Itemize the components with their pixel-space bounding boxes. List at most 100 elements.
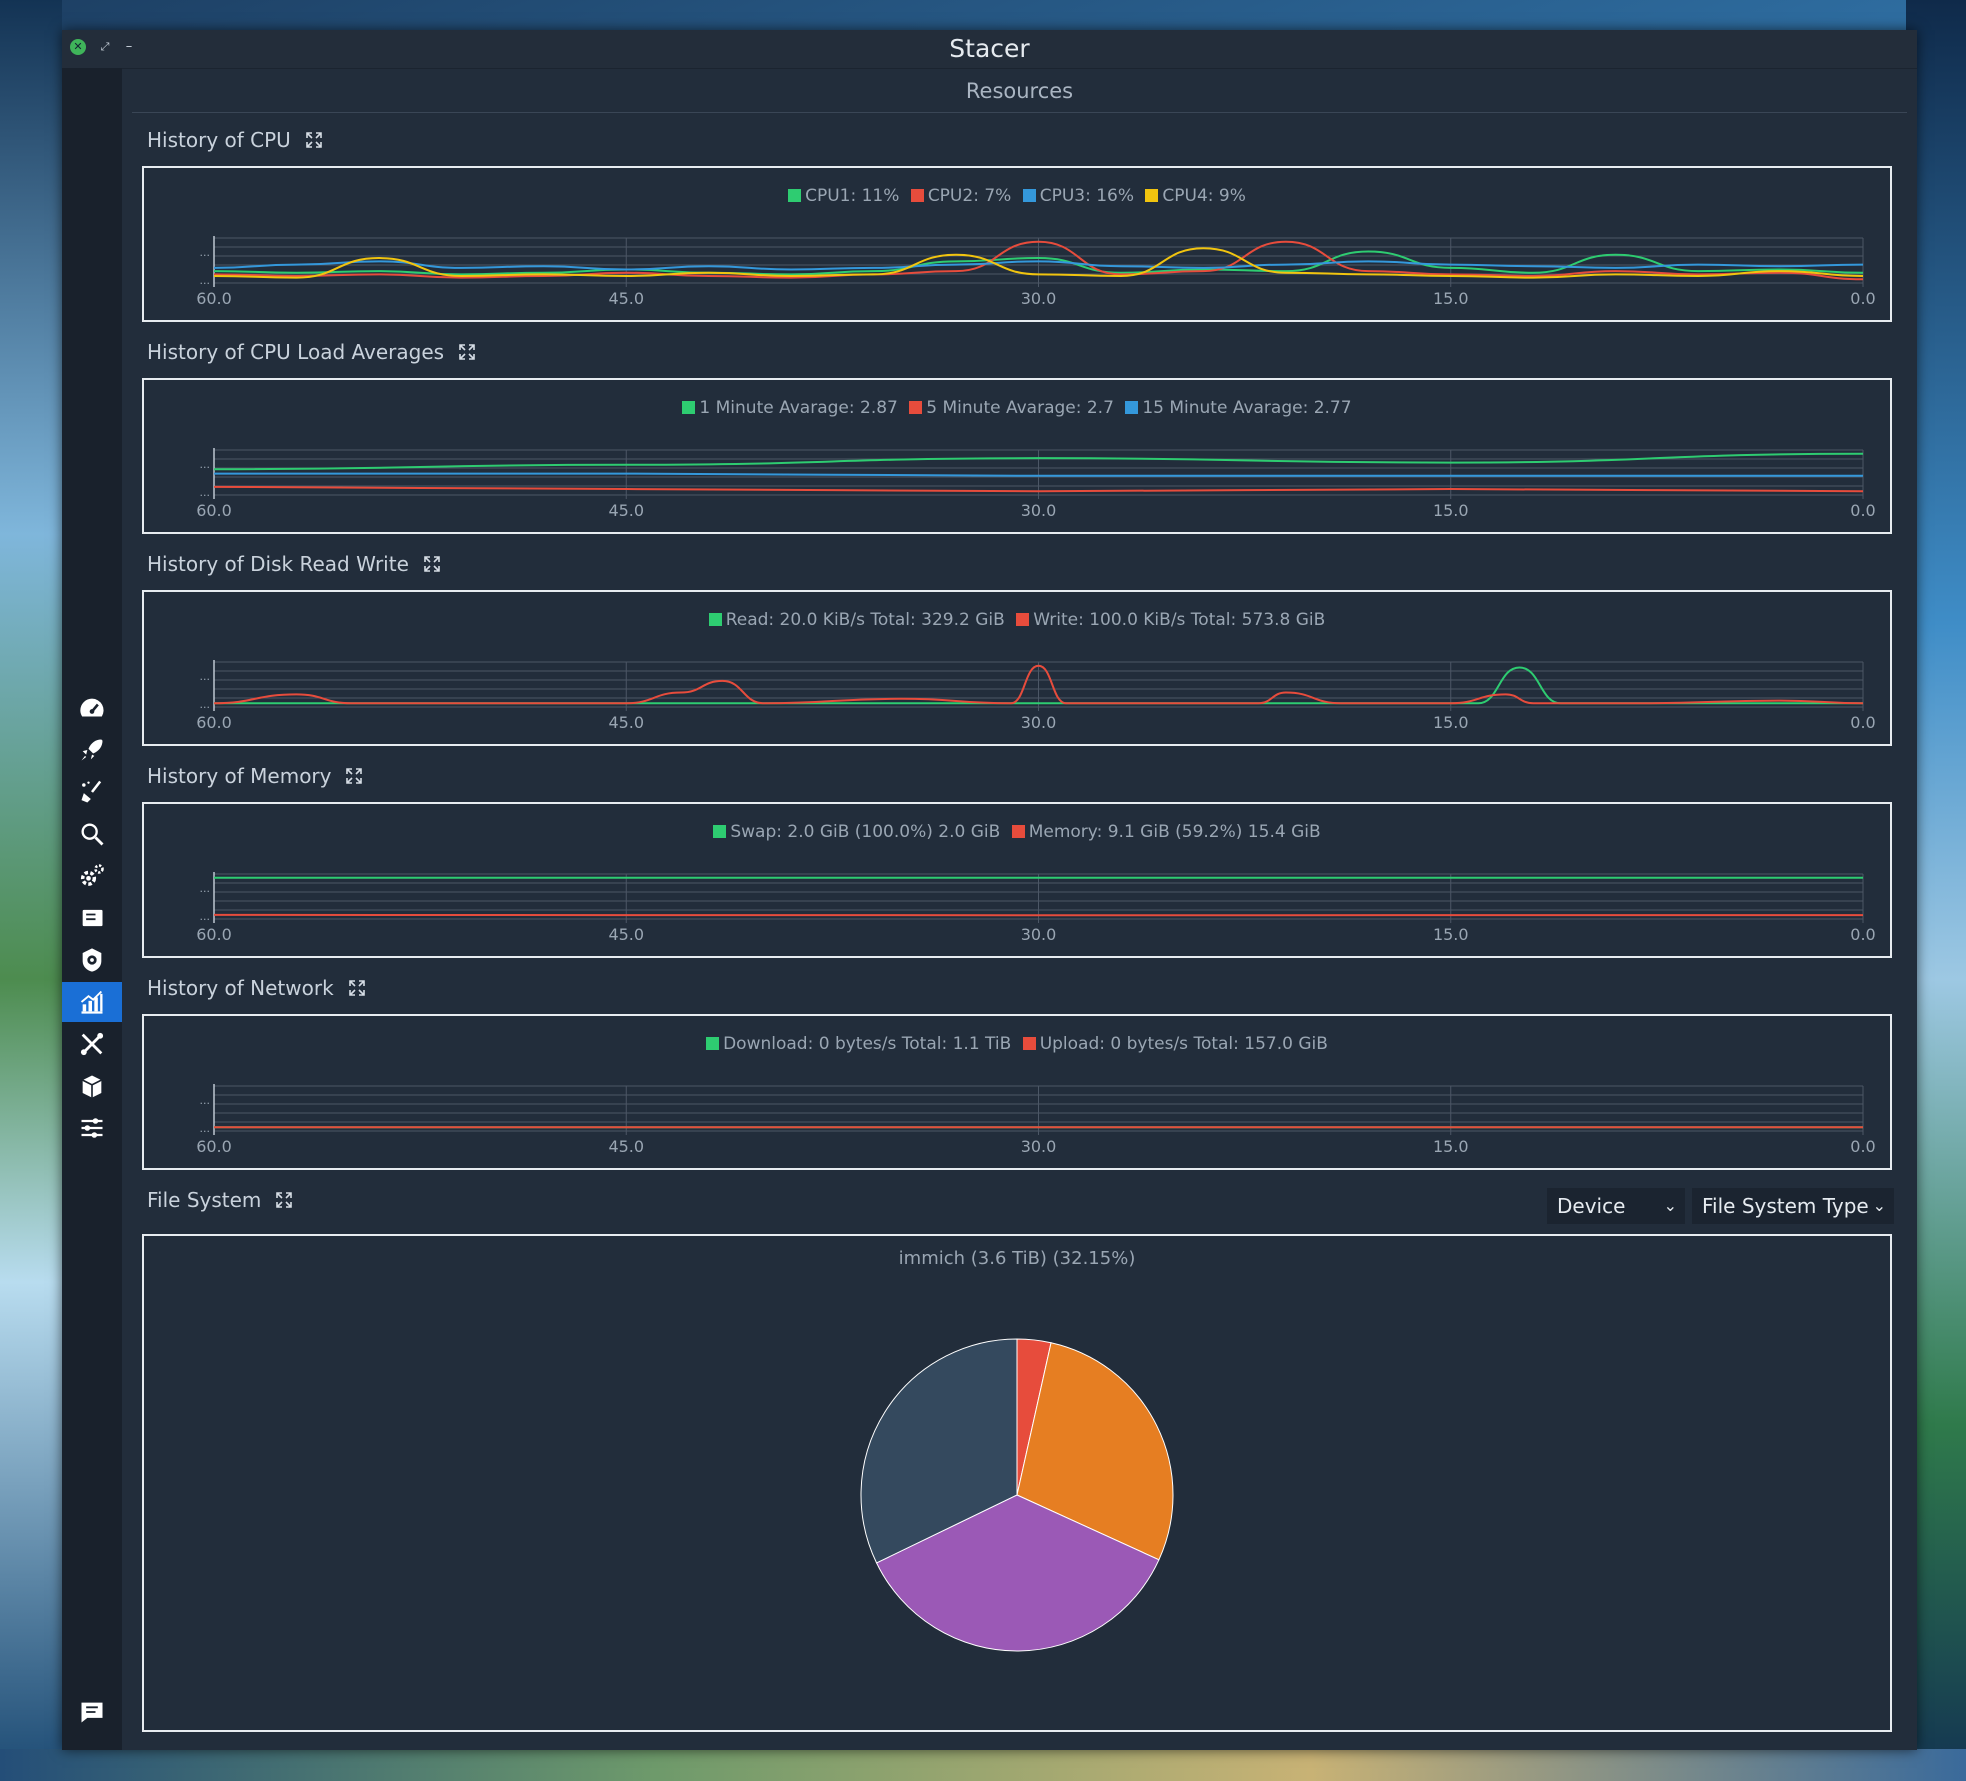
legend-item: 1 Minute Avarage: 2.87 (682, 398, 898, 418)
x-tick-label: 15.0 (1433, 1137, 1469, 1156)
page-title: Resources (132, 70, 1907, 113)
chart-legend: Download: 0 bytes/s Total: 1.1 TiB Uploa… (144, 1034, 1890, 1054)
sidebar-item-dashboard[interactable] (62, 688, 122, 728)
x-tick-label: 45.0 (608, 925, 644, 944)
chart-legend: Read: 20.0 KiB/s Total: 329.2 GiB Write:… (144, 610, 1890, 630)
legend-item: 5 Minute Avarage: 2.7 (909, 398, 1114, 418)
filesystem-pie-chart: immich (3.6 TiB) (32.15%) (142, 1234, 1892, 1732)
legend-label: Memory: 9.1 GiB (59.2%) 15.4 GiB (1028, 822, 1321, 842)
sidebar-item-settings[interactable] (62, 1108, 122, 1148)
sidebar-item-helpers[interactable] (62, 1024, 122, 1064)
y-tick-label: ... (200, 910, 211, 923)
legend-label: 5 Minute Avarage: 2.7 (926, 398, 1114, 418)
x-tick-label: 30.0 (1021, 713, 1057, 732)
legend-label: CPU2: 7% (927, 186, 1012, 206)
legend-label: Upload: 0 bytes/s Total: 157.0 GiB (1039, 1034, 1328, 1054)
sidebar-item-processes[interactable] (62, 898, 122, 938)
filesystem-section-header: File System (147, 1188, 293, 1212)
legend-label: Swap: 2.0 GiB (100.0%) 2.0 GiB (730, 822, 1001, 842)
chevron-down-icon: ⌄ (1872, 1196, 1886, 1215)
legend-item: Write: 100.0 KiB/s Total: 573.8 GiB (1016, 610, 1325, 630)
x-tick-label: 60.0 (196, 1137, 232, 1156)
legend-swatch (713, 825, 727, 838)
sidebar-item-search[interactable] (62, 814, 122, 854)
disk-section-title: History of Disk Read Write (147, 552, 409, 576)
legend-swatch (708, 613, 722, 626)
legend-label: Download: 0 bytes/s Total: 1.1 TiB (723, 1034, 1012, 1054)
legend-swatch (788, 189, 802, 202)
expand-icon[interactable] (345, 767, 363, 785)
x-tick-label: 15.0 (1433, 925, 1469, 944)
legend-item: Download: 0 bytes/s Total: 1.1 TiB (706, 1034, 1011, 1054)
y-tick-label: ... (200, 670, 211, 683)
y-tick-label: ... (200, 1122, 211, 1135)
x-tick-label: 45.0 (608, 1137, 644, 1156)
x-tick-label: 30.0 (1021, 289, 1057, 308)
sidebar-item-uninstaller[interactable] (62, 940, 122, 980)
legend-label: CPU4: 9% (1162, 186, 1246, 206)
sidebar-item-services[interactable] (62, 856, 122, 896)
chart-legend: Swap: 2.0 GiB (100.0%) 2.0 GiB Memory: 9… (144, 822, 1890, 842)
memory-section-title: History of Memory (147, 764, 332, 788)
legend-swatch (1022, 1037, 1036, 1050)
expand-icon[interactable] (348, 979, 366, 997)
cpu-history-chart: 60.0 45.0 30.0 15.0 0.0...... CPU1: 11% CPU2… (142, 166, 1892, 322)
dashboard-icon (80, 698, 104, 717)
services-gears-icon (80, 864, 104, 886)
legend-swatch (682, 401, 696, 414)
memory-section-header: History of Memory (147, 764, 363, 788)
legend-swatch (909, 401, 923, 414)
legend-swatch (1125, 401, 1139, 414)
legend-swatch (1145, 189, 1159, 202)
y-tick-label: ... (200, 246, 211, 259)
sidebar-item-startup[interactable] (62, 730, 122, 770)
disk-section-header: History of Disk Read Write (147, 552, 441, 576)
expand-icon[interactable] (305, 131, 323, 149)
search-icon (81, 823, 104, 846)
desktop-wallpaper-bottom (0, 1749, 1966, 1781)
x-tick-label: 60.0 (196, 925, 232, 944)
device-select[interactable]: Device ⌄ (1547, 1188, 1685, 1224)
sidebar-item-cleaner[interactable] (62, 772, 122, 812)
y-tick-label: ... (200, 1094, 211, 1107)
chart-legend: CPU1: 11% CPU2: 7% CPU3: 16% CPU4: 9% (144, 186, 1890, 206)
cpu-section-title: History of CPU (147, 128, 291, 152)
legend-label: 15 Minute Avarage: 2.77 (1142, 398, 1352, 418)
filesystem-type-select-value: File System Type (1702, 1194, 1869, 1218)
expand-icon[interactable] (275, 1191, 293, 1209)
chevron-down-icon: ⌄ (1663, 1196, 1677, 1215)
load-section-header: History of CPU Load Averages (147, 340, 476, 364)
legend-item: CPU3: 16% (1022, 186, 1134, 206)
y-tick-label: ... (200, 274, 211, 287)
expand-icon[interactable] (458, 343, 476, 361)
settings-sliders-icon (81, 1118, 103, 1138)
sidebar-item-resources[interactable] (62, 982, 122, 1022)
load-section-title: History of CPU Load Averages (147, 340, 445, 364)
sidebar-item-apt-repository[interactable] (62, 1066, 122, 1106)
sidebar (62, 68, 122, 1750)
expand-icon[interactable] (423, 555, 441, 573)
memory-history-chart: 60.0 45.0 30.0 15.0 0.0...... Swap: 2.0 GiB … (142, 802, 1892, 958)
y-tick-label: ... (200, 486, 211, 499)
device-select-value: Device (1557, 1194, 1626, 1218)
window-title: Stacer (949, 34, 1030, 63)
sidebar-item-feedback[interactable] (62, 1692, 122, 1732)
apt-repository-box-icon (82, 1075, 102, 1098)
y-tick-label: ... (200, 882, 211, 895)
filesystem-type-select[interactable]: File System Type ⌄ (1692, 1188, 1894, 1224)
x-tick-label: 60.0 (196, 289, 232, 308)
uninstaller-icon (82, 948, 102, 972)
legend-item: Swap: 2.0 GiB (100.0%) 2.0 GiB (713, 822, 1000, 842)
legend-item: Memory: 9.1 GiB (59.2%) 15.4 GiB (1011, 822, 1321, 842)
title-bar[interactable]: ✕ ⤢ – Stacer (62, 30, 1917, 69)
chart-legend: 1 Minute Avarage: 2.87 5 Minute Avarage:… (144, 398, 1890, 418)
legend-label: Write: 100.0 KiB/s Total: 573.8 GiB (1033, 610, 1326, 630)
x-tick-label: 0.0 (1850, 289, 1875, 308)
x-tick-label: 0.0 (1850, 925, 1875, 944)
legend-item: 15 Minute Avarage: 2.77 (1125, 398, 1352, 418)
x-tick-label: 0.0 (1850, 713, 1875, 732)
disk-read-write-chart: 60.0 45.0 30.0 15.0 0.0...... Read: 20.0 KiB… (142, 590, 1892, 746)
x-tick-label: 0.0 (1850, 1137, 1875, 1156)
legend-item: CPU2: 7% (910, 186, 1012, 206)
x-tick-label: 30.0 (1021, 925, 1057, 944)
